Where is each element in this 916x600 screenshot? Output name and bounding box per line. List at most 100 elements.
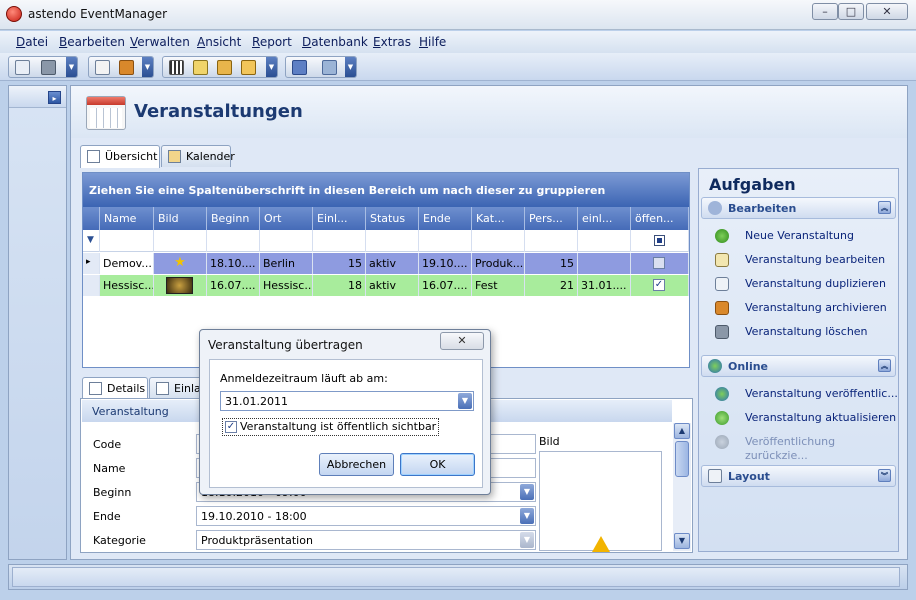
cell-ende[interactable]: 16.07....: [419, 275, 472, 296]
collapse-bearbeiten-icon[interactable]: ︽: [878, 201, 891, 214]
archive-icon[interactable]: [119, 60, 134, 75]
cell-kategorie[interactable]: Fest: [472, 275, 525, 296]
menu-report[interactable]: Report: [252, 35, 292, 49]
task-aktualisieren[interactable]: Veranstaltung aktualisieren: [715, 411, 896, 429]
tab-uebersicht[interactable]: Übersicht: [80, 145, 160, 168]
task-neue-veranstaltung[interactable]: Neue Veranstaltung: [715, 229, 854, 247]
cell-status[interactable]: aktiv: [366, 275, 419, 296]
task-group-online[interactable]: Online ︽: [701, 355, 896, 377]
cell-personen[interactable]: 21: [525, 275, 578, 296]
public-checkbox[interactable]: [653, 257, 665, 269]
menu-bearbeiten[interactable]: Bearbeiten: [59, 35, 125, 49]
public-checkbox[interactable]: ✓: [653, 279, 665, 291]
public-visible-checkbox[interactable]: ✓ Veranstaltung ist öffentlich sichtbar: [222, 418, 440, 436]
column-header-oeffentlich[interactable]: öffen...: [631, 207, 689, 230]
checkbox-check-icon[interactable]: ✓: [225, 421, 237, 433]
cell-einladungen[interactable]: 18: [313, 275, 366, 296]
cell-einladungen[interactable]: 15: [313, 253, 366, 274]
expand-layout-icon[interactable]: ︾: [878, 469, 891, 482]
filter-ende[interactable]: [419, 230, 472, 252]
filter-oeffentlich[interactable]: [631, 230, 689, 252]
table-icon[interactable]: [193, 60, 208, 75]
filter-name[interactable]: [100, 230, 154, 252]
task-veranstaltung-archivieren[interactable]: Veranstaltung archivieren: [715, 301, 887, 319]
menu-datenbank[interactable]: Datenbank: [302, 35, 368, 49]
detail-scrollbar[interactable]: ▲ ▼: [673, 423, 691, 551]
expand-pane-button[interactable]: ▸: [48, 91, 61, 104]
copy-icon[interactable]: [15, 60, 30, 75]
cell-beginn[interactable]: 16.07....: [207, 275, 260, 296]
sync-dropdown[interactable]: ▼: [345, 57, 356, 77]
filter-icon[interactable]: ▼: [83, 230, 100, 252]
cell-einladungsende[interactable]: [578, 253, 631, 274]
column-header-ende[interactable]: Ende: [419, 207, 472, 230]
cell-ende[interactable]: 19.10....: [419, 253, 472, 274]
print-icon[interactable]: [41, 60, 56, 75]
ende-field[interactable]: 19.10.2010 - 18:00 ▼: [196, 506, 536, 526]
tab-details[interactable]: Details: [82, 377, 148, 400]
maximize-button[interactable]: □: [838, 3, 864, 20]
cell-einladungsende[interactable]: 31.01....: [578, 275, 631, 296]
cell-kategorie[interactable]: Produk...: [472, 253, 525, 274]
cell-name[interactable]: Demov...: [100, 253, 154, 274]
dialog-close-button[interactable]: ✕: [440, 332, 484, 350]
cell-ort[interactable]: Hessisc...: [260, 275, 313, 296]
kategorie-field[interactable]: Produktpräsentation ▼: [196, 530, 536, 550]
filter-status[interactable]: [366, 230, 419, 252]
menu-extras[interactable]: Extras: [373, 35, 411, 49]
print-dropdown[interactable]: ▼: [66, 57, 77, 77]
column-header-personen[interactable]: Pers...: [525, 207, 578, 230]
column-header-name[interactable]: Name: [100, 207, 154, 230]
task-veranstaltung-bearbeiten[interactable]: Veranstaltung bearbeiten: [715, 253, 885, 271]
column-header-ort[interactable]: Ort: [260, 207, 313, 230]
cancel-button[interactable]: Abbrechen: [319, 453, 394, 476]
column-header-einladungen[interactable]: Einl...: [313, 207, 366, 230]
column-header-bild[interactable]: Bild: [154, 207, 207, 230]
table-row[interactable]: Hessisc... 16.07.... Hessisc... 18 aktiv…: [83, 275, 689, 296]
manage-dropdown[interactable]: ▼: [266, 57, 277, 77]
minimize-button[interactable]: –: [812, 3, 838, 20]
cell-oeffentlich[interactable]: ✓: [631, 275, 689, 296]
barcode-icon[interactable]: [169, 60, 184, 75]
upload-icon[interactable]: [322, 60, 337, 75]
column-header-beginn[interactable]: Beginn: [207, 207, 260, 230]
cell-personen[interactable]: 15: [525, 253, 578, 274]
filter-ort[interactable]: [260, 230, 313, 252]
menu-verwalten[interactable]: Verwalten: [130, 35, 190, 49]
form-icon[interactable]: [95, 60, 110, 75]
task-group-bearbeiten[interactable]: Bearbeiten ︽: [701, 197, 896, 219]
scroll-down-button[interactable]: ▼: [674, 533, 690, 549]
task-veroeffentlichen[interactable]: Veranstaltung veröffentlic...: [715, 387, 898, 405]
menu-ansicht[interactable]: Ansicht: [197, 35, 241, 49]
menu-hilfe[interactable]: Hilfe: [419, 35, 446, 49]
ende-dropdown-icon[interactable]: ▼: [520, 508, 534, 524]
cell-beginn[interactable]: 18.10....: [207, 253, 260, 274]
ok-button[interactable]: OK: [400, 453, 475, 476]
cell-name[interactable]: Hessisc...: [100, 275, 154, 296]
cell-status[interactable]: aktiv: [366, 253, 419, 274]
column-header-kategorie[interactable]: Kat...: [472, 207, 525, 230]
edit-dropdown[interactable]: ▼: [142, 57, 153, 77]
kategorie-dropdown-icon[interactable]: ▼: [520, 532, 534, 548]
filter-einladungen[interactable]: [313, 230, 366, 252]
task-group-layout[interactable]: Layout ︾: [701, 465, 896, 487]
sync-icon[interactable]: [292, 60, 307, 75]
expiry-date-field[interactable]: 31.01.2011 ▼: [220, 391, 474, 411]
close-button[interactable]: ✕: [866, 3, 908, 20]
filter-personen[interactable]: [525, 230, 578, 252]
filter-bild[interactable]: [154, 230, 207, 252]
image-preview[interactable]: [539, 451, 662, 552]
tab-kalender[interactable]: Kalender: [161, 145, 235, 167]
scroll-up-button[interactable]: ▲: [674, 423, 690, 439]
date-dropdown-icon[interactable]: ▼: [458, 393, 472, 409]
column-header-status[interactable]: Status: [366, 207, 419, 230]
table-row[interactable]: ▸ Demov... ★ 18.10.... Berlin 15 aktiv 1…: [83, 253, 689, 274]
task-zurueckziehen[interactable]: Veröffentlichung zurückzie...: [715, 435, 898, 462]
column-header-einladungsende[interactable]: einl...: [578, 207, 631, 230]
filter-beginn[interactable]: [207, 230, 260, 252]
user-icon[interactable]: [217, 60, 232, 75]
collapse-online-icon[interactable]: ︽: [878, 359, 891, 372]
menu-datei[interactable]: Datei: [16, 35, 48, 49]
folder-icon[interactable]: [241, 60, 256, 75]
filter-kategorie[interactable]: [472, 230, 525, 252]
